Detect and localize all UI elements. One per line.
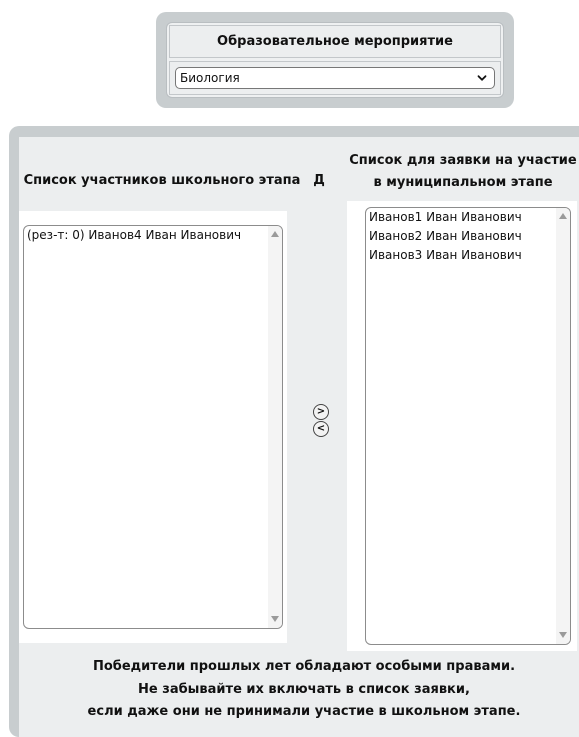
winners-note: Победители прошлых лет обладают особыми … xyxy=(19,656,579,724)
scroll-up-icon[interactable] xyxy=(559,213,567,219)
municipal-title-line-2: в муниципальном этапе xyxy=(373,175,553,190)
event-panel: Образовательное мероприятие Биология xyxy=(156,12,514,108)
list-item[interactable]: Иванов3 Иван Иванович xyxy=(366,246,570,265)
event-title: Образовательное мероприятие xyxy=(169,25,501,58)
note-line-2: Не забывайте их включать в список заявки… xyxy=(138,681,470,697)
school-stage-list-title: Список участников школьного этапа xyxy=(23,173,301,188)
scroll-down-icon[interactable] xyxy=(559,632,567,638)
chevron-down-icon xyxy=(477,75,487,81)
event-select[interactable]: Биология xyxy=(175,67,495,89)
municipal-title-line-1: Список для заявки на участие xyxy=(349,153,577,168)
scroll-down-icon[interactable] xyxy=(271,616,279,622)
list-item[interactable]: Иванов1 Иван Иванович xyxy=(366,208,570,227)
municipal-stage-list-container: Иванов1 Иван Иванович Иванов2 Иван Ивано… xyxy=(347,201,577,651)
event-select-container: Биология xyxy=(169,61,501,95)
note-line-3: если даже они не принимали участие в шко… xyxy=(87,704,521,719)
school-stage-list-container: (рез-т: 0) Иванов4 Иван Иванович xyxy=(19,211,287,643)
school-stage-listbox[interactable]: (рез-т: 0) Иванов4 Иван Иванович xyxy=(23,225,283,629)
participants-panel-inner: Список участников школьного этапа Д Спис… xyxy=(19,137,579,737)
municipal-stage-listbox[interactable]: Иванов1 Иван Иванович Иванов2 Иван Ивано… xyxy=(365,207,571,645)
scrollbar[interactable] xyxy=(556,208,570,644)
list-item[interactable]: Иванов2 Иван Иванович xyxy=(366,227,570,246)
event-panel-inner: Образовательное мероприятие Биология xyxy=(166,22,504,98)
municipal-stage-list-title: Список для заявки на участие в муниципал… xyxy=(345,150,579,194)
scroll-up-icon[interactable] xyxy=(271,231,279,237)
move-right-button[interactable]: > xyxy=(313,404,329,420)
middle-column-title: Д xyxy=(313,173,325,188)
page: Образовательное мероприятие Биология Спи… xyxy=(0,0,579,737)
move-left-button[interactable]: < xyxy=(313,421,329,437)
event-select-value: Биология xyxy=(180,71,240,85)
list-item[interactable]: (рез-т: 0) Иванов4 Иван Иванович xyxy=(24,226,282,245)
note-line-1: Победители прошлых лет обладают особыми … xyxy=(92,659,516,674)
participants-panel: Список участников школьного этапа Д Спис… xyxy=(9,126,579,737)
scrollbar[interactable] xyxy=(268,226,282,628)
